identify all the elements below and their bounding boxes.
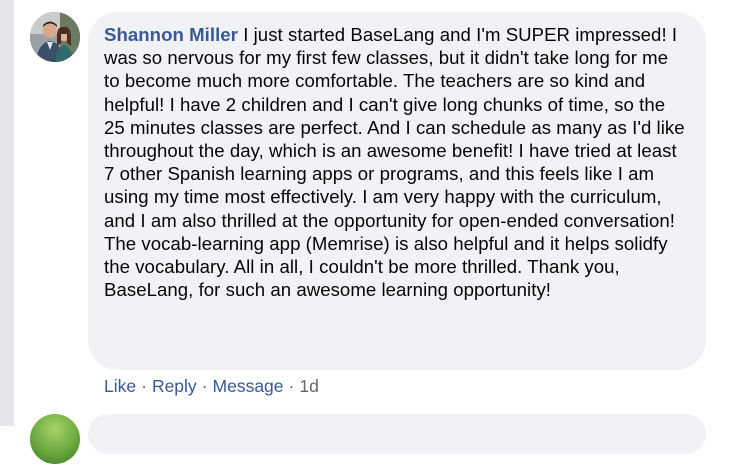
thread-rail: [0, 0, 14, 426]
separator: ·: [288, 376, 295, 396]
like-link[interactable]: Like: [104, 376, 136, 396]
reply-link[interactable]: Reply: [152, 376, 197, 396]
comment-text: I just started BaseLang and I'm SUPER im…: [104, 24, 685, 301]
comment-actions: Like · Reply · Message · 1d: [104, 376, 319, 397]
separator: ·: [141, 376, 147, 396]
separator: ·: [201, 376, 208, 396]
next-comment-bubble: [88, 414, 706, 454]
profile-photo-icon: [30, 12, 80, 62]
comment-bubble: Shannon Miller I just started BaseLang a…: [88, 12, 706, 370]
commenter-avatar[interactable]: [30, 12, 80, 62]
author-name[interactable]: Shannon Miller: [104, 24, 238, 45]
message-link[interactable]: Message: [213, 376, 284, 396]
timestamp[interactable]: 1d: [299, 376, 318, 396]
comment-body: Shannon Miller I just started BaseLang a…: [104, 23, 688, 301]
next-commenter-avatar[interactable]: [30, 414, 80, 464]
